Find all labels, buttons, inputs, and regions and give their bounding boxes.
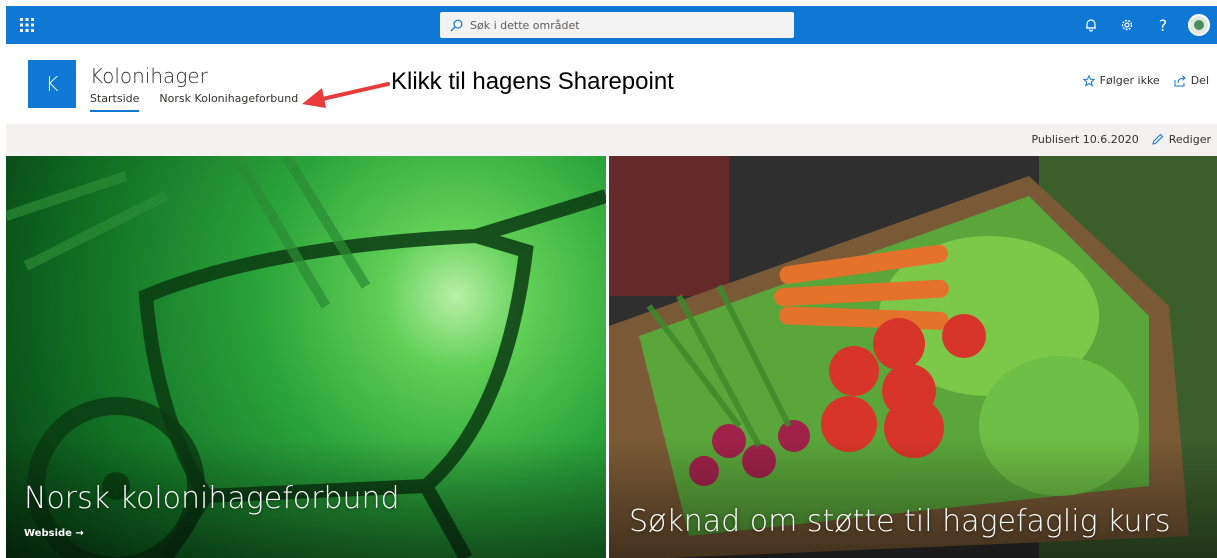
edit-label: Rediger — [1168, 133, 1211, 146]
bell-icon — [1086, 19, 1096, 32]
share-label: Del — [1190, 74, 1209, 87]
site-navigation: Startside Norsk Kolonihageforbund — [90, 92, 318, 112]
follow-button[interactable]: Følger ikke — [1082, 74, 1160, 87]
hero-link[interactable]: Webside → — [24, 528, 84, 539]
help-button[interactable]: ? — [1145, 6, 1181, 44]
follow-label: Følger ikke — [1099, 74, 1160, 87]
share-icon — [1174, 74, 1186, 86]
nav-item-norsk-kolonihageforbund[interactable]: Norsk Kolonihageforbund — [159, 92, 298, 112]
site-title[interactable]: Kolonihager — [90, 64, 208, 88]
settings-button[interactable] — [1109, 6, 1145, 44]
pencil-icon — [1152, 133, 1163, 145]
command-bar: Publisert 10.6.2020 Rediger — [6, 124, 1217, 156]
app-launcher-icon — [20, 18, 34, 32]
account-button[interactable] — [1181, 6, 1217, 44]
gear-icon — [1121, 19, 1133, 31]
search-placeholder: Søk i dette området — [470, 18, 580, 32]
published-date: Publisert 10.6.2020 — [1031, 133, 1139, 146]
search-icon — [450, 19, 463, 32]
suite-bar: Søk i dette området ? — [6, 6, 1217, 44]
hero-title: Norsk kolonihageforbund — [24, 481, 400, 516]
annotation-arrow-icon — [302, 82, 390, 108]
avatar — [1188, 14, 1210, 36]
hero-tile-soknad[interactable]: Søknad om støtte til hagefaglig kurs — [609, 156, 1217, 558]
app-launcher-button[interactable] — [6, 6, 48, 44]
site-logo[interactable]: K — [28, 60, 76, 108]
suite-actions: ? — [1073, 6, 1217, 44]
edit-button[interactable]: Rediger — [1151, 133, 1211, 146]
notifications-button[interactable] — [1073, 6, 1109, 44]
hero-title: Søknad om støtte til hagefaglig kurs — [629, 504, 1171, 539]
site-logo-letter: K — [45, 72, 59, 96]
header-actions: Følger ikke Del — [1069, 74, 1209, 87]
hero-gradient — [609, 438, 1217, 558]
site-header: K Kolonihager Startside Norsk Kolonihage… — [6, 44, 1217, 124]
nav-item-startside[interactable]: Startside — [90, 92, 140, 112]
page-status: Publisert 10.6.2020 Rediger — [1031, 133, 1211, 146]
hero-tile-kolonihageforbund[interactable]: Norsk kolonihageforbund Webside → — [6, 156, 606, 558]
annotation-text: Klikk til hagens Sharepoint — [391, 68, 674, 95]
star-icon — [1082, 74, 1095, 87]
help-icon: ? — [1158, 15, 1168, 35]
share-button[interactable]: Del — [1174, 74, 1209, 87]
search-box[interactable]: Søk i dette området — [440, 12, 794, 38]
